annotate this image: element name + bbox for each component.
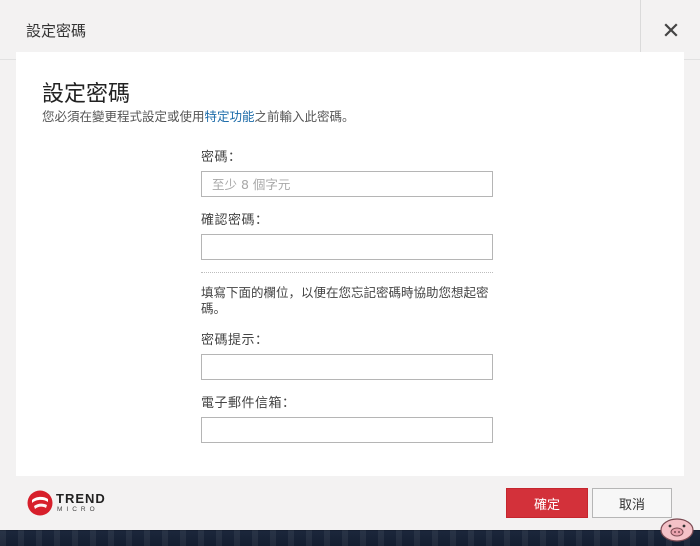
section-divider bbox=[201, 272, 493, 273]
password-hint-label: 密碼提示： bbox=[201, 333, 269, 348]
email-label: 電子郵件信箱： bbox=[201, 396, 296, 411]
brand-subword: MICRO bbox=[57, 506, 99, 513]
brand-word: TREND bbox=[56, 491, 106, 506]
content-panel: 設定密碼 您必須在變更程式設定或使用特定功能之前輸入此密碼。 密碼： 確認密碼：… bbox=[16, 52, 684, 476]
page-subtitle: 您必須在變更程式設定或使用特定功能之前輸入此密碼。 bbox=[42, 106, 355, 125]
confirm-password-field[interactable] bbox=[201, 234, 493, 260]
confirm-password-label: 確認密碼： bbox=[201, 213, 269, 228]
recovery-info-text: 填寫下面的欄位，以便在您忘記密碼時協助您想起密碼。 bbox=[201, 285, 489, 316]
password-group: 密碼： bbox=[201, 146, 493, 197]
cancel-button[interactable]: 取消 bbox=[592, 488, 672, 518]
confirm-password-group: 確認密碼： bbox=[201, 209, 493, 260]
specific-features-link[interactable]: 特定功能 bbox=[205, 109, 255, 124]
password-hint-field[interactable] bbox=[201, 354, 493, 380]
subtitle-text-post: 之前輸入此密碼。 bbox=[254, 109, 355, 124]
password-form: 密碼： 確認密碼： 填寫下面的欄位，以便在您忘記密碼時協助您想起密碼。 密碼提示… bbox=[201, 146, 493, 455]
password-hint-group: 密碼提示： bbox=[201, 329, 493, 380]
ok-button[interactable]: 確定 bbox=[506, 488, 588, 518]
close-button[interactable] bbox=[640, 0, 700, 60]
password-label: 密碼： bbox=[201, 150, 242, 165]
dialog-footer: TREND MICRO 確定 取消 bbox=[16, 476, 684, 530]
page-heading: 設定密碼 bbox=[42, 82, 131, 107]
subtitle-text-pre: 您必須在變更程式設定或使用 bbox=[42, 109, 205, 124]
email-group: 電子郵件信箱： bbox=[201, 392, 493, 443]
password-field[interactable] bbox=[201, 171, 493, 197]
title-bar: 設定密碼 bbox=[0, 0, 700, 60]
email-field[interactable] bbox=[201, 417, 493, 443]
pig-mascot-icon bbox=[660, 518, 694, 542]
set-password-dialog: 設定密碼 設定密碼 您必須在變更程式設定或使用特定功能之前輸入此密碼。 密碼： … bbox=[0, 0, 700, 530]
trend-micro-logo-icon bbox=[27, 490, 53, 516]
window-title: 設定密碼 bbox=[26, 22, 87, 40]
trend-micro-logo: TREND MICRO bbox=[26, 488, 116, 518]
close-icon bbox=[663, 23, 678, 37]
